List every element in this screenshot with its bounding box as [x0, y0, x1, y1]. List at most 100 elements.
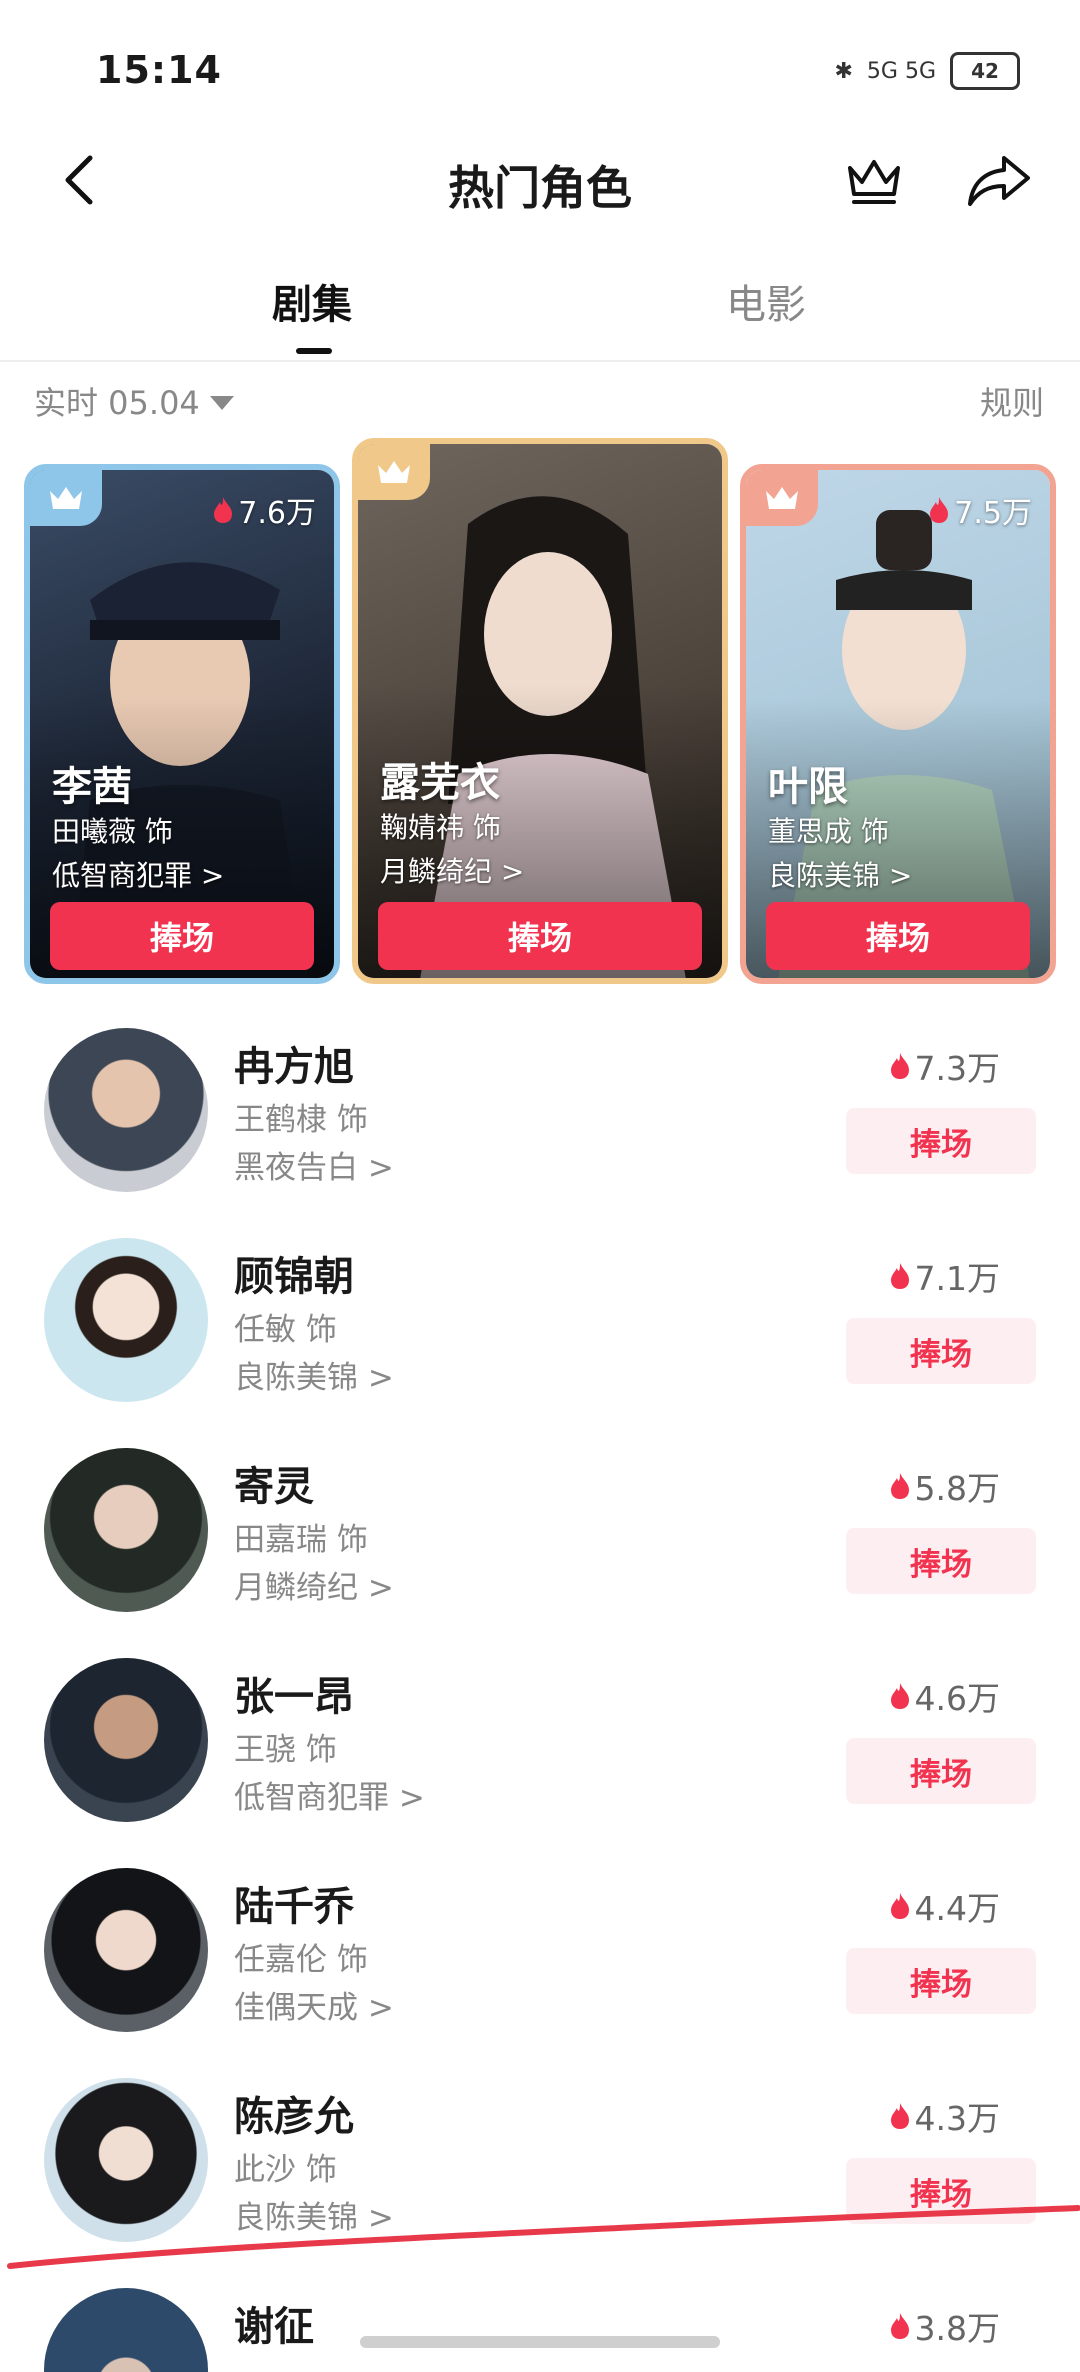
- character-name: 陈彦允: [234, 2094, 354, 2140]
- avatar: [44, 2288, 208, 2372]
- character-name: 李茜: [52, 764, 132, 810]
- actor-name: 董思成 饰: [768, 815, 889, 848]
- signal-icon: 5G 5G: [866, 58, 936, 84]
- drama-link[interactable]: 良陈美锦 >: [234, 1352, 394, 1397]
- heat-value: 7.6万: [238, 496, 316, 531]
- actor-name: 此沙 饰: [234, 2152, 337, 2188]
- tab-bar: 剧集 电影: [0, 260, 1080, 362]
- support-button[interactable]: 捧场: [766, 902, 1030, 970]
- heat-count: 5.8万: [889, 1462, 1000, 1510]
- heat-value: 4.3万: [914, 2099, 1000, 2138]
- flame-icon: [890, 2103, 909, 2129]
- character-name: 寄灵: [234, 1464, 314, 1510]
- support-button[interactable]: 捧场: [378, 902, 702, 970]
- actor-name: 田嘉瑞 饰: [234, 1522, 368, 1558]
- drama-link[interactable]: 月鳞绮纪 >: [234, 1562, 394, 1607]
- flame-icon: [214, 497, 233, 523]
- rules-link[interactable]: 规则: [980, 378, 1044, 424]
- heat-value: 7.5万: [954, 496, 1032, 531]
- crown-badge-icon: [30, 470, 102, 526]
- list-item[interactable]: 顾锦朝 任敏 饰 良陈美锦 > 7.1万 捧场: [0, 1238, 1080, 1438]
- character-name: 张一昂: [234, 1674, 354, 1720]
- avatar: [44, 1868, 208, 2032]
- flame-icon: [890, 1473, 909, 1499]
- drama-link[interactable]: 低智商犯罪 >: [234, 1772, 425, 1817]
- top-card-2[interactable]: 露芜衣 鞠婧祎 饰 月鳞绮纪 > 捧场: [352, 438, 728, 984]
- bluetooth-icon: ✱: [834, 58, 853, 84]
- avatar: [44, 2078, 208, 2242]
- drama-link[interactable]: 佳偶天成 >: [234, 1982, 394, 2027]
- support-button[interactable]: 捧场: [846, 1948, 1036, 2014]
- home-indicator[interactable]: [360, 2336, 720, 2348]
- drama-link[interactable]: 良陈美锦 >: [768, 854, 912, 894]
- status-bar: 15:14 ✱ 5G 5G 42: [0, 0, 1080, 130]
- character-name: 叶限: [768, 764, 848, 810]
- list-item[interactable]: 寄灵 田嘉瑞 饰 月鳞绮纪 > 5.8万 捧场: [0, 1448, 1080, 1648]
- heat-count: 7.1万: [889, 1252, 1000, 1300]
- character-name: 顾锦朝: [234, 1254, 354, 1300]
- character-name: 陆千乔: [234, 1884, 354, 1930]
- tab-series[interactable]: 剧集: [272, 272, 352, 330]
- flame-icon: [890, 1893, 909, 1919]
- list-item[interactable]: 陈彦允 此沙 饰 良陈美锦 > 4.3万 捧场: [0, 2078, 1080, 2278]
- support-button[interactable]: 捧场: [846, 1738, 1036, 1804]
- top-card-1[interactable]: 7.6万 李茜 田曦薇 饰 低智商犯罪 > 捧场: [24, 464, 340, 984]
- date-filter-dropdown[interactable]: 实时 05.04: [34, 378, 234, 424]
- page-title: 热门角色: [448, 161, 632, 215]
- date-filter-label: 实时 05.04: [34, 384, 200, 422]
- actor-name: 鞠婧祎 饰: [380, 811, 501, 844]
- list-item[interactable]: 陆千乔 任嘉伦 饰 佳偶天成 > 4.4万 捧场: [0, 1868, 1080, 2068]
- flame-icon: [890, 1683, 909, 1709]
- avatar: [44, 1238, 208, 1402]
- actor-name: 田曦薇 饰: [52, 815, 173, 848]
- nav-bar: 热门角色: [0, 130, 1080, 240]
- tab-movies[interactable]: 电影: [726, 272, 806, 330]
- character-name: 冉方旭: [234, 1044, 354, 1090]
- flame-icon: [930, 497, 949, 523]
- battery-icon: 42: [950, 52, 1020, 90]
- heat-value: 4.6万: [914, 1679, 1000, 1718]
- avatar: [44, 1448, 208, 1612]
- avatar: [44, 1028, 208, 1192]
- heat-count: 4.4万: [889, 1882, 1000, 1930]
- crown-badge-icon: [358, 444, 430, 500]
- heat-count: 3.8万: [889, 2302, 1000, 2350]
- support-button[interactable]: 捧场: [846, 1528, 1036, 1594]
- drama-link[interactable]: 低智商犯罪 >: [52, 854, 224, 894]
- flame-icon: [890, 1053, 909, 1079]
- support-button[interactable]: 捧场: [50, 902, 314, 970]
- heat-count: 7.5万: [928, 488, 1032, 532]
- flame-icon: [890, 2313, 909, 2339]
- crown-icon[interactable]: [842, 148, 906, 212]
- heat-count: 4.3万: [889, 2092, 1000, 2140]
- support-button[interactable]: 捧场: [846, 1108, 1036, 1174]
- top-card-3[interactable]: 7.5万 叶限 董思成 饰 良陈美锦 > 捧场: [740, 464, 1056, 984]
- status-icons: ✱ 5G 5G 42: [834, 52, 1020, 90]
- heat-value: 3.8万: [914, 2309, 1000, 2348]
- heat-count: 4.6万: [889, 1672, 1000, 1720]
- list-item[interactable]: 冉方旭 王鹤棣 饰 黑夜告白 > 7.3万 捧场: [0, 1028, 1080, 1228]
- drama-link[interactable]: 月鳞绮纪 >: [380, 850, 524, 890]
- actor-name: 任敏 饰: [234, 1312, 337, 1348]
- character-name: 露芜衣: [380, 760, 500, 806]
- drama-link[interactable]: 黑夜告白 >: [234, 1142, 394, 1187]
- list-item[interactable]: 谢征 3.8万: [0, 2288, 1080, 2372]
- support-button[interactable]: 捧场: [846, 2158, 1036, 2224]
- drama-link[interactable]: 良陈美锦 >: [234, 2192, 394, 2237]
- support-button[interactable]: 捧场: [846, 1318, 1036, 1384]
- actor-name: 任嘉伦 饰: [234, 1942, 368, 1978]
- heat-count: 7.6万: [212, 488, 316, 532]
- heat-value: 5.8万: [914, 1469, 1000, 1508]
- heat-value: 4.4万: [914, 1889, 1000, 1928]
- actor-name: 王鹤棣 饰: [234, 1102, 368, 1138]
- avatar: [44, 1658, 208, 1822]
- flame-icon: [890, 1263, 909, 1289]
- tab-active-indicator: [296, 348, 332, 354]
- character-name: 谢征: [234, 2304, 314, 2350]
- status-time: 15:14: [96, 48, 222, 92]
- heat-value: 7.1万: [914, 1259, 1000, 1298]
- actor-name: 王骁 饰: [234, 1732, 337, 1768]
- list-item[interactable]: 张一昂 王骁 饰 低智商犯罪 > 4.6万 捧场: [0, 1658, 1080, 1858]
- share-icon[interactable]: [964, 148, 1034, 212]
- heat-value: 7.3万: [914, 1049, 1000, 1088]
